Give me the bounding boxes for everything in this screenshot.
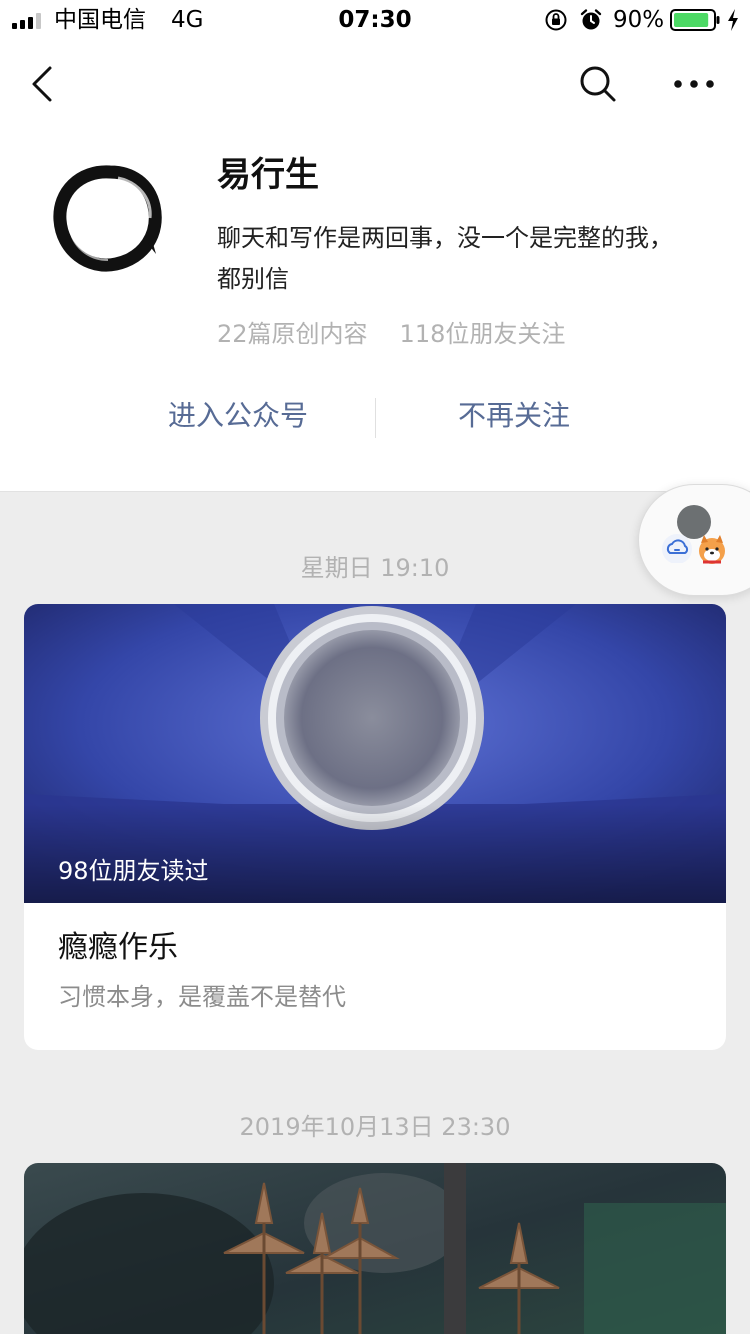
original-count: 22篇原创内容: [217, 320, 368, 348]
article-digest: 习惯本身，是覆盖不是替代: [58, 983, 346, 1011]
article-cover-image: [24, 1163, 726, 1334]
follower-count: 118位朋友关注: [399, 320, 566, 348]
alarm-icon: [580, 9, 602, 30]
feed-timestamp: 2019年10月13日 23:30: [239, 1113, 511, 1141]
more-icon[interactable]: [672, 72, 716, 96]
profile-actions: 进入公众号 不再关注: [100, 394, 652, 438]
nav-bar: [0, 40, 750, 128]
article-card[interactable]: [24, 1163, 726, 1334]
avatar[interactable]: [48, 158, 168, 278]
feed-timestamp: 星期日 19:10: [300, 554, 450, 582]
battery-percent: 90%: [613, 7, 665, 33]
account-stats: 22篇原创内容 118位朋友关注: [217, 316, 565, 352]
back-icon[interactable]: [28, 64, 58, 104]
charging-icon: [728, 9, 738, 31]
article-card[interactable]: 98位朋友读过 瘾瘾作乐 习惯本身，是覆盖不是替代: [24, 604, 726, 1050]
article-list-page: 中国电信 4G 07:30 90% 易行生 聊天和写作是两回事，没一个是完整的我…: [0, 0, 750, 1334]
account-bio: 聊天和写作是两回事，没一个是完整的我，都别信: [217, 224, 673, 293]
enter-account-button[interactable]: 进入公众号: [100, 394, 376, 438]
friends-read-count: 98位朋友读过: [58, 857, 209, 885]
account-profile: 易行生 聊天和写作是两回事，没一个是完整的我，都别信 22篇原创内容 118位朋友…: [0, 128, 750, 492]
article-title: 瘾瘾作乐: [58, 930, 178, 965]
account-name: 易行生: [217, 155, 319, 195]
unfollow-button[interactable]: 不再关注: [376, 394, 652, 438]
battery-icon: [670, 9, 720, 31]
search-icon[interactable]: [578, 64, 618, 104]
status-bar: 中国电信 4G 07:30 90%: [0, 0, 750, 40]
lock-rotation-icon: [545, 9, 567, 31]
